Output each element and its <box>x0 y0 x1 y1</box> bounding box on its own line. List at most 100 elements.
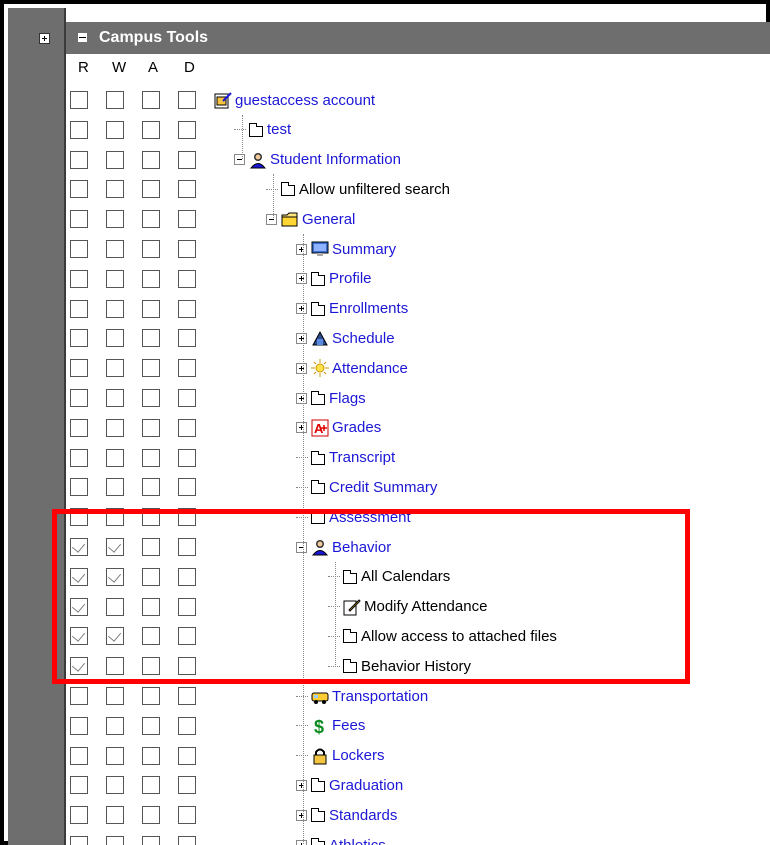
tree-item-label[interactable]: Transportation <box>332 688 428 705</box>
checkbox-w[interactable] <box>106 806 124 825</box>
tree-item-label[interactable]: Grades <box>332 419 381 436</box>
checkbox-a[interactable] <box>142 240 160 258</box>
tree-item[interactable]: Standards <box>296 804 397 826</box>
expand-icon[interactable] <box>296 839 307 845</box>
checkbox-a[interactable] <box>142 746 160 765</box>
expand-all-icon[interactable] <box>39 33 50 44</box>
tree-item[interactable]: General <box>266 208 355 230</box>
checkbox-w[interactable] <box>106 210 124 229</box>
expand-icon[interactable] <box>296 779 307 791</box>
checkbox-w[interactable] <box>106 120 124 139</box>
tree-item-label[interactable]: General <box>302 211 355 228</box>
checkbox-r[interactable] <box>70 120 88 139</box>
checkbox-d[interactable] <box>178 150 196 169</box>
checkbox-w[interactable] <box>106 776 124 795</box>
checkbox-w[interactable] <box>106 389 124 407</box>
tree-item-label[interactable]: Attendance <box>332 360 408 377</box>
checkbox-a[interactable] <box>142 448 160 467</box>
checkbox-w[interactable] <box>106 746 124 765</box>
checkbox-w[interactable] <box>106 448 124 467</box>
checkbox-a[interactable] <box>142 120 160 139</box>
checkbox-w[interactable] <box>106 478 124 497</box>
tree-item-label[interactable]: Fees <box>332 717 365 734</box>
checkbox-d[interactable] <box>178 806 196 825</box>
checkbox-d[interactable] <box>178 746 196 765</box>
checkbox-r[interactable] <box>70 687 88 705</box>
tree-item[interactable]: Attendance <box>296 357 408 379</box>
checkbox-a[interactable] <box>142 269 160 288</box>
checkbox-d[interactable] <box>178 836 196 845</box>
tree-item[interactable]: Athletics <box>296 834 386 845</box>
checkbox-r[interactable] <box>70 91 88 109</box>
tree-item[interactable]: Graduation <box>296 774 403 796</box>
tree-item[interactable]: Profile <box>296 268 372 290</box>
checkbox-d[interactable] <box>178 120 196 139</box>
checkbox-r[interactable] <box>70 418 88 437</box>
checkbox-r[interactable] <box>70 240 88 258</box>
expand-icon[interactable] <box>296 243 307 255</box>
checkbox-w[interactable] <box>106 150 124 169</box>
tree-item-label[interactable]: Schedule <box>332 330 395 347</box>
checkbox-r[interactable] <box>70 806 88 825</box>
collapse-icon[interactable] <box>234 154 245 166</box>
checkbox-a[interactable] <box>142 150 160 169</box>
checkbox-r[interactable] <box>70 150 88 169</box>
expand-icon[interactable] <box>296 422 307 434</box>
tree-item[interactable]: Student Information <box>234 149 401 171</box>
tree-item-label[interactable]: Lockers <box>332 747 385 764</box>
checkbox-r[interactable] <box>70 210 88 229</box>
tree-item-label[interactable]: guestaccess account <box>235 92 375 109</box>
checkbox-w[interactable] <box>106 836 124 845</box>
checkbox-r[interactable] <box>70 836 88 845</box>
checkbox-w[interactable] <box>106 329 124 348</box>
checkbox-w[interactable] <box>106 240 124 258</box>
tree-item[interactable]: Transcript <box>296 447 395 469</box>
tree-item-label[interactable]: Standards <box>329 807 397 824</box>
tree-item-label[interactable]: Credit Summary <box>329 479 437 496</box>
tree-item[interactable]: Flags <box>296 387 366 409</box>
expand-icon[interactable] <box>296 809 307 821</box>
checkbox-a[interactable] <box>142 299 160 318</box>
checkbox-d[interactable] <box>178 359 196 378</box>
checkbox-a[interactable] <box>142 776 160 795</box>
checkbox-a[interactable] <box>142 687 160 705</box>
checkbox-r[interactable] <box>70 359 88 378</box>
checkbox-a[interactable] <box>142 806 160 825</box>
checkbox-w[interactable] <box>106 180 124 199</box>
checkbox-r[interactable] <box>70 716 88 735</box>
checkbox-w[interactable] <box>106 687 124 705</box>
collapse-icon[interactable] <box>266 213 277 225</box>
tree-item-label[interactable]: Student Information <box>270 151 401 168</box>
checkbox-r[interactable] <box>70 448 88 467</box>
tree-item-label[interactable]: Profile <box>329 270 372 287</box>
tree-item[interactable]: Summary <box>296 238 396 260</box>
expand-icon[interactable] <box>296 332 307 344</box>
checkbox-r[interactable] <box>70 299 88 318</box>
checkbox-a[interactable] <box>142 716 160 735</box>
expand-icon[interactable] <box>296 362 307 374</box>
tree-item[interactable]: Transportation <box>296 685 428 707</box>
expand-icon[interactable] <box>296 303 307 315</box>
checkbox-w[interactable] <box>106 269 124 288</box>
checkbox-a[interactable] <box>142 180 160 199</box>
expand-icon[interactable] <box>296 392 307 404</box>
tree-item[interactable]: Allow unfiltered search <box>266 178 450 200</box>
checkbox-r[interactable] <box>70 180 88 199</box>
checkbox-d[interactable] <box>178 389 196 407</box>
checkbox-a[interactable] <box>142 359 160 378</box>
checkbox-r[interactable] <box>70 776 88 795</box>
checkbox-a[interactable] <box>142 329 160 348</box>
checkbox-r[interactable] <box>70 389 88 407</box>
tree-item[interactable]: Lockers <box>296 745 385 767</box>
tree-item[interactable]: $ Fees <box>296 715 365 737</box>
checkbox-d[interactable] <box>178 329 196 348</box>
checkbox-d[interactable] <box>178 716 196 735</box>
checkbox-w[interactable] <box>106 359 124 378</box>
checkbox-w[interactable] <box>106 91 124 109</box>
checkbox-d[interactable] <box>178 91 196 109</box>
checkbox-a[interactable] <box>142 389 160 407</box>
checkbox-d[interactable] <box>178 418 196 437</box>
tree-item-label[interactable]: Enrollments <box>329 300 408 317</box>
collapse-icon[interactable] <box>78 33 87 42</box>
checkbox-d[interactable] <box>178 299 196 318</box>
